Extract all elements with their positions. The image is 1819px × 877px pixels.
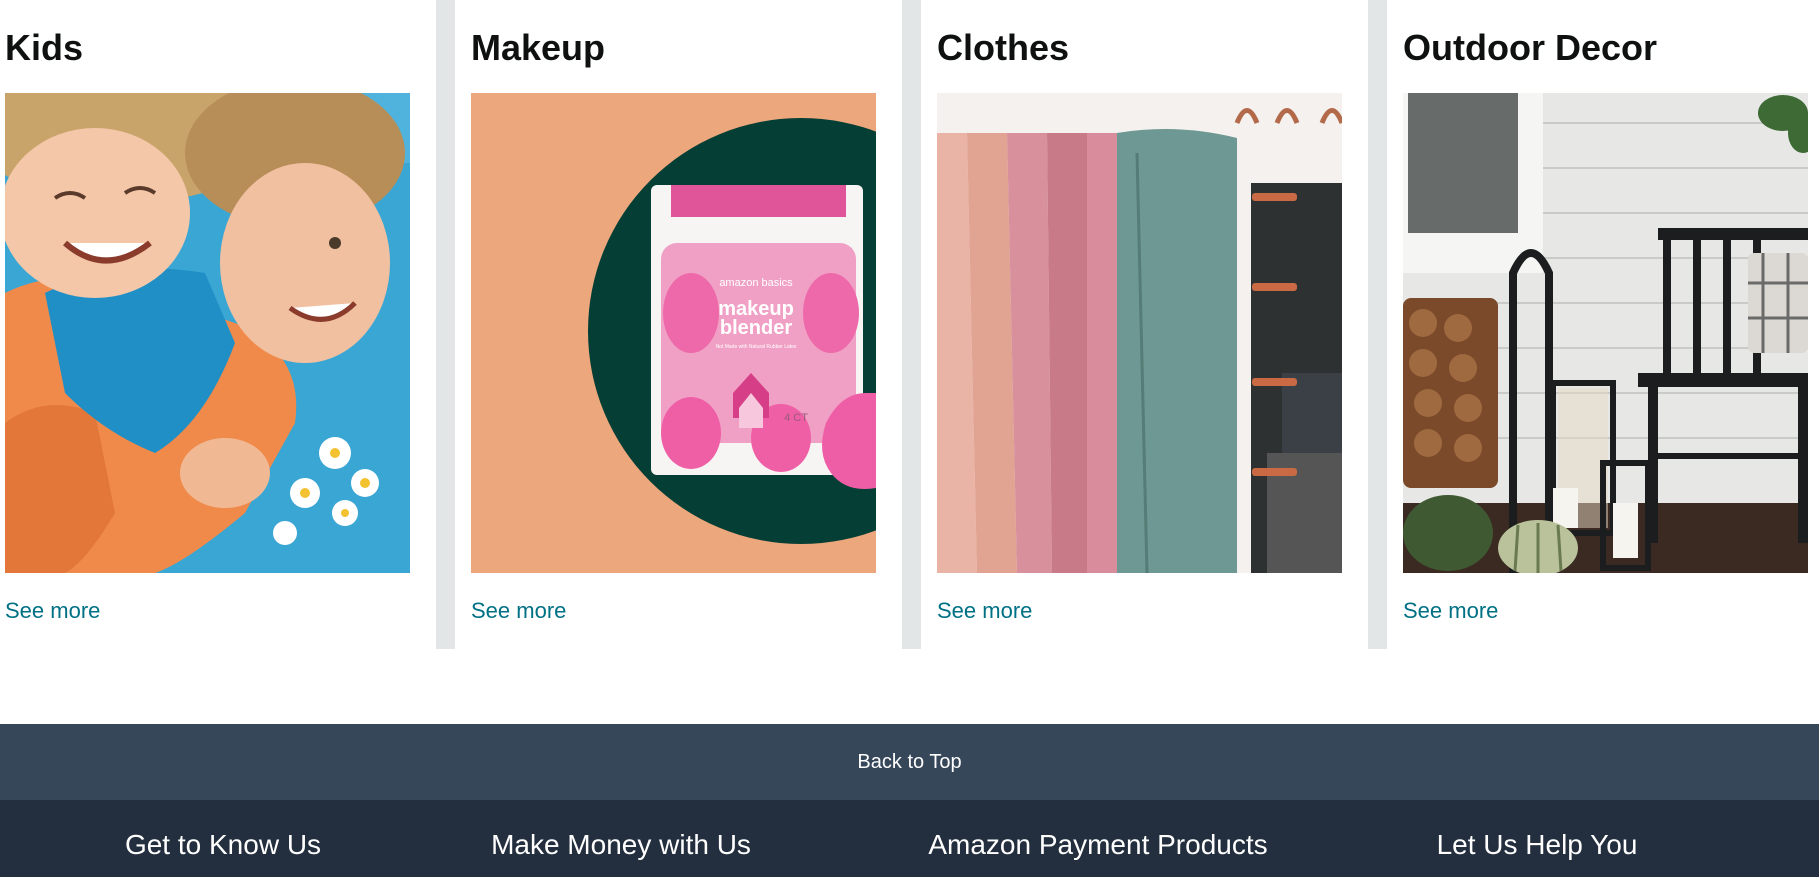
back-to-top-button[interactable]: Back to Top <box>0 724 1819 800</box>
makeup-blender-package-photo: amazon basics makeup blender Not Made wi… <box>471 93 876 573</box>
hanging-blankets-photo <box>937 93 1342 573</box>
card-title: Clothes <box>937 27 1070 68</box>
category-card-makeup: Makeup amazon basics makeup blender Not … <box>466 0 902 649</box>
package-count: 4 CT <box>784 412 808 424</box>
package-brand: amazon basics <box>719 277 793 289</box>
see-more-link[interactable]: See more <box>471 596 566 626</box>
see-more-link[interactable]: See more <box>5 596 100 626</box>
kids-hugging-photo <box>5 93 410 573</box>
kids-image[interactable] <box>5 93 410 573</box>
footer: Get to Know Us Make Money with Us Amazon… <box>0 800 1819 877</box>
package-subtitle: Not Made with Natural Rubber Latex <box>716 344 797 350</box>
category-card-outdoor-decor: Outdoor Decor See more <box>1398 0 1819 649</box>
porch-decor-photo <box>1403 93 1808 573</box>
footer-heading-payment-products: Amazon Payment Products <box>928 829 1268 860</box>
footer-heading-get-to-know-us: Get to Know Us <box>124 829 322 860</box>
card-title: Outdoor Decor <box>1403 27 1658 68</box>
outdoor-decor-image[interactable] <box>1403 93 1808 573</box>
category-card-clothes: Clothes See more <box>932 0 1368 649</box>
footer-heading-help: Let Us Help You <box>1436 829 1638 860</box>
clothes-image[interactable] <box>937 93 1342 573</box>
card-title: Kids <box>5 27 84 68</box>
card-title: Makeup <box>471 27 606 68</box>
category-card-kids: Kids See more <box>0 0 436 649</box>
package-name-line2: blender <box>720 317 792 339</box>
see-more-link[interactable]: See more <box>937 596 1032 626</box>
see-more-link[interactable]: See more <box>1403 596 1498 626</box>
footer-heading-make-money: Make Money with Us <box>491 829 751 860</box>
makeup-image[interactable]: amazon basics makeup blender Not Made wi… <box>471 93 876 573</box>
